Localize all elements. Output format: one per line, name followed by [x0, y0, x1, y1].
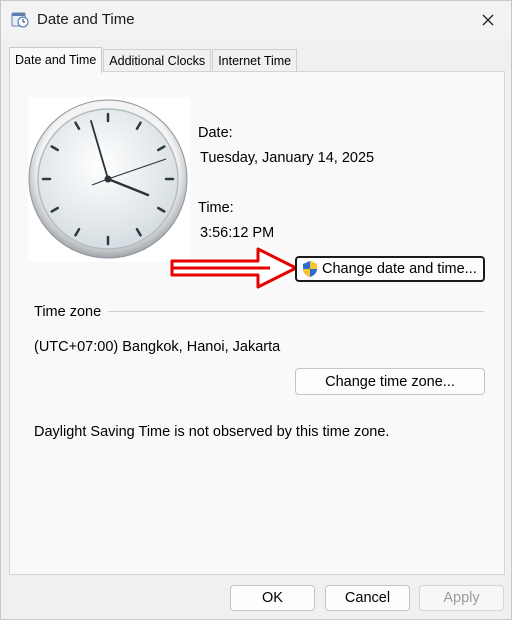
time-value: 3:56:12 PM — [200, 225, 275, 241]
change-date-time-button[interactable]: Change date and time... — [295, 256, 485, 282]
title-bar: Date and Time — [1, 1, 511, 39]
tab-panel: Date: Tuesday, January 14, 2025 Time: 3:… — [9, 71, 505, 575]
date-label: Date: — [198, 125, 233, 141]
window-title: Date and Time — [37, 11, 135, 28]
apply-button[interactable]: Apply — [419, 585, 504, 611]
tab-additional-clocks[interactable]: Additional Clocks — [103, 49, 212, 72]
red-arrow-icon — [170, 247, 298, 289]
time-zone-heading: Time zone — [34, 304, 102, 320]
change-date-time-label: Change date and time... — [322, 261, 477, 277]
clock-calendar-icon — [11, 10, 29, 28]
change-time-zone-button[interactable]: Change time zone... — [295, 368, 485, 395]
change-time-zone-label: Change time zone... — [325, 373, 455, 390]
date-value: Tuesday, January 14, 2025 — [200, 150, 375, 166]
close-icon[interactable] — [481, 13, 495, 27]
tab-internet-time[interactable]: Internet Time — [212, 49, 298, 72]
dst-note: Daylight Saving Time is not observed by … — [34, 424, 390, 440]
cancel-button[interactable]: Cancel — [325, 585, 410, 611]
uac-shield-icon — [301, 260, 319, 278]
close-button[interactable] — [465, 1, 511, 39]
time-zone-divider — [108, 311, 484, 312]
tab-date-and-time[interactable]: Date and Time — [9, 47, 103, 73]
date-time-dialog: Date and Time Date and Time Additional C… — [0, 0, 512, 620]
analog-clock — [28, 97, 190, 262]
time-label: Time: — [198, 200, 234, 216]
tab-strip: Date and Time Additional Clocks Internet… — [9, 47, 298, 73]
time-zone-value: (UTC+07:00) Bangkok, Hanoi, Jakarta — [34, 339, 281, 355]
ok-button[interactable]: OK — [230, 585, 315, 611]
